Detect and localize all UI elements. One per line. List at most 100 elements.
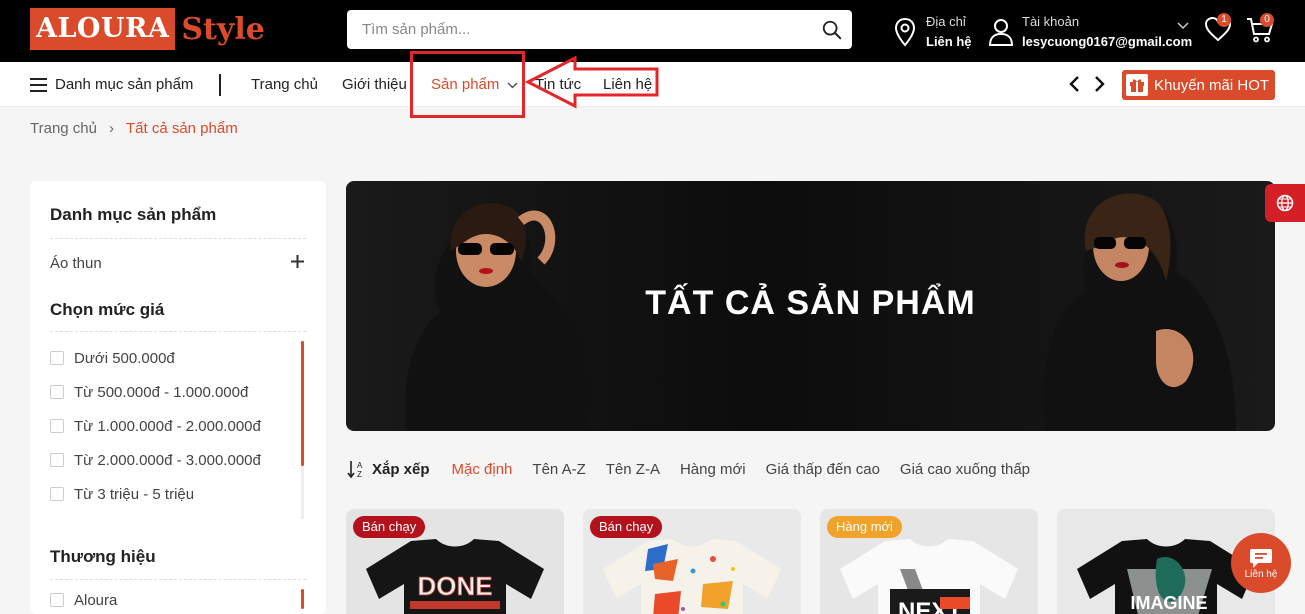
logo-brand: ALOURA xyxy=(30,8,176,50)
address-link[interactable]: Địa chỉ Liên hệ xyxy=(894,12,972,52)
location-pin-icon xyxy=(894,17,916,47)
sort-bar: A Z Xắp xếp Mặc định Tên A-Z Tên Z-A Hàn… xyxy=(346,458,1050,480)
category-menu-label: Danh mục sản phẩm xyxy=(55,76,194,93)
divider xyxy=(50,238,306,239)
sort-option-newest[interactable]: Hàng mới xyxy=(680,461,746,478)
promo-label: Khuyến mãi HOT xyxy=(1154,76,1270,94)
price-option[interactable]: Từ 500.000đ - 1.000.000đ xyxy=(50,375,261,409)
product-tag: Bán chạy xyxy=(353,516,426,538)
price-option-label: Từ 2.000.000đ - 3.000.000đ xyxy=(74,451,261,469)
account-email: lesycuong0167@gmail.com xyxy=(1022,34,1193,49)
category-item-ao-thun[interactable]: Áo thun xyxy=(50,255,304,272)
price-option-label: Từ 500.000đ - 1.000.000đ xyxy=(74,383,249,401)
svg-text:Z: Z xyxy=(357,470,362,479)
search-input[interactable] xyxy=(347,10,812,49)
price-list-fade xyxy=(30,511,326,525)
nav-products-label: Sản phẩm xyxy=(431,76,500,93)
gift-icon xyxy=(1126,74,1148,96)
price-option[interactable]: Từ 2.000.000đ - 3.000.000đ xyxy=(50,443,261,477)
filter-sidebar: Danh mục sản phẩm Áo thun Chọn mức giá D… xyxy=(30,181,326,614)
account-label: Tài khoản xyxy=(1022,14,1080,29)
sort-icon: A Z xyxy=(347,461,363,479)
nav-home[interactable]: Trang chủ xyxy=(251,62,318,107)
price-option-label: Dưới 500.000đ xyxy=(74,349,175,367)
sort-option-name-asc[interactable]: Tên A-Z xyxy=(532,461,585,478)
product-card[interactable]: DONE Bán chạy xyxy=(346,509,564,614)
plus-icon[interactable] xyxy=(291,255,304,268)
cart-count-badge: 0 xyxy=(1260,13,1274,27)
breadcrumb-separator: › xyxy=(108,120,114,137)
breadcrumb-current: Tất cả sản phẩm xyxy=(125,120,238,137)
svg-text:A: A xyxy=(357,461,363,470)
chevron-right-icon[interactable] xyxy=(1092,74,1106,94)
sort-option-default[interactable]: Mặc định xyxy=(452,461,513,478)
price-option[interactable]: Từ 3 triệu - 5 triệu xyxy=(50,477,261,511)
wishlist-button[interactable]: 1 xyxy=(1204,13,1232,44)
price-option-label: Từ 3 triệu - 5 triệu xyxy=(74,485,195,503)
price-option[interactable]: Dưới 500.000đ xyxy=(50,341,261,375)
brand-filter-title: Thương hiệu xyxy=(50,547,156,566)
product-print-text: IMAGINE xyxy=(1130,593,1207,613)
checkbox[interactable] xyxy=(50,593,64,607)
checkbox[interactable] xyxy=(50,351,64,365)
product-print-text: DONE xyxy=(417,571,492,601)
price-option-label: Từ 1.000.000đ - 2.000.000đ xyxy=(74,417,261,435)
chevron-down-icon xyxy=(507,82,518,88)
divider xyxy=(50,579,306,580)
nav-about[interactable]: Giới thiệu xyxy=(342,62,407,107)
wishlist-count-badge: 1 xyxy=(1217,13,1231,27)
sort-option-price-desc[interactable]: Giá cao xuống thấp xyxy=(900,461,1030,478)
globe-icon xyxy=(1276,194,1294,212)
category-banner: TẤT CẢ SẢN PHẨM xyxy=(346,181,1275,431)
breadcrumb: Trang chủ › Tất cả sản phẩm xyxy=(30,120,238,137)
address-value: Liên hệ xyxy=(926,34,972,49)
product-card[interactable]: NEXT Hàng mới xyxy=(820,509,1038,614)
nav-products[interactable]: Sản phẩm xyxy=(431,62,518,107)
price-list-scroll-thumb[interactable] xyxy=(301,341,304,466)
product-card[interactable]: Bán chạy xyxy=(583,509,801,614)
checkbox[interactable] xyxy=(50,487,64,501)
contact-chat-button[interactable]: Liên hệ xyxy=(1231,533,1291,593)
breadcrumb-home[interactable]: Trang chủ xyxy=(30,120,97,137)
banner-title: TẤT CẢ SẢN PHẨM xyxy=(645,284,976,322)
chevron-down-icon xyxy=(1177,22,1189,30)
contact-chat-label: Liên hệ xyxy=(1244,568,1278,580)
nav-news[interactable]: Tin tức xyxy=(535,62,581,107)
checkbox[interactable] xyxy=(50,453,64,467)
nav-scroll-arrows xyxy=(1068,74,1106,94)
checkbox[interactable] xyxy=(50,419,64,433)
search-icon xyxy=(822,20,842,39)
brand-option-label: Aloura xyxy=(74,591,118,609)
price-filter-list: Dưới 500.000đ Từ 500.000đ - 1.000.000đ T… xyxy=(50,341,261,511)
nav-contact[interactable]: Liên hệ xyxy=(603,62,652,107)
brand-option[interactable]: Aloura xyxy=(50,583,117,614)
category-filter-title: Danh mục sản phẩm xyxy=(50,205,217,224)
divider xyxy=(50,331,306,332)
category-menu-button[interactable]: Danh mục sản phẩm xyxy=(30,62,193,107)
chevron-left-icon[interactable] xyxy=(1068,74,1082,94)
sort-label: Xắp xếp xyxy=(372,460,430,478)
main-nav: Danh mục sản phẩm Trang chủ Giới thiệu S… xyxy=(0,62,1305,107)
price-option[interactable]: Từ 1.000.000đ - 2.000.000đ xyxy=(50,409,261,443)
brand-list-scroll-thumb[interactable] xyxy=(301,589,304,609)
account-menu[interactable]: Tài khoản lesycuong0167@gmail.com xyxy=(988,12,1192,52)
user-icon xyxy=(988,19,1014,46)
address-label: Địa chỉ xyxy=(926,14,966,29)
language-button[interactable] xyxy=(1265,184,1305,222)
promo-hot-button[interactable]: Khuyến mãi HOT xyxy=(1122,70,1275,100)
product-tag: Hàng mới xyxy=(827,516,902,538)
logo[interactable]: ALOURA Style xyxy=(30,8,265,50)
chat-icon xyxy=(1250,548,1272,568)
sort-option-name-desc[interactable]: Tên Z-A xyxy=(606,461,660,478)
top-header: ALOURA Style Địa chỉ Liên hệ Tài khoản l… xyxy=(0,0,1305,62)
sort-option-price-asc[interactable]: Giá thấp đến cao xyxy=(766,461,880,478)
category-item-label: Áo thun xyxy=(50,255,102,272)
logo-suffix: Style xyxy=(181,11,265,47)
search-bar xyxy=(347,10,852,49)
product-tag: Bán chạy xyxy=(590,516,663,538)
checkbox[interactable] xyxy=(50,385,64,399)
search-button[interactable] xyxy=(812,10,852,49)
price-filter-title: Chọn mức giá xyxy=(50,300,165,319)
hamburger-icon xyxy=(30,77,47,92)
cart-button[interactable]: 0 xyxy=(1246,13,1276,44)
